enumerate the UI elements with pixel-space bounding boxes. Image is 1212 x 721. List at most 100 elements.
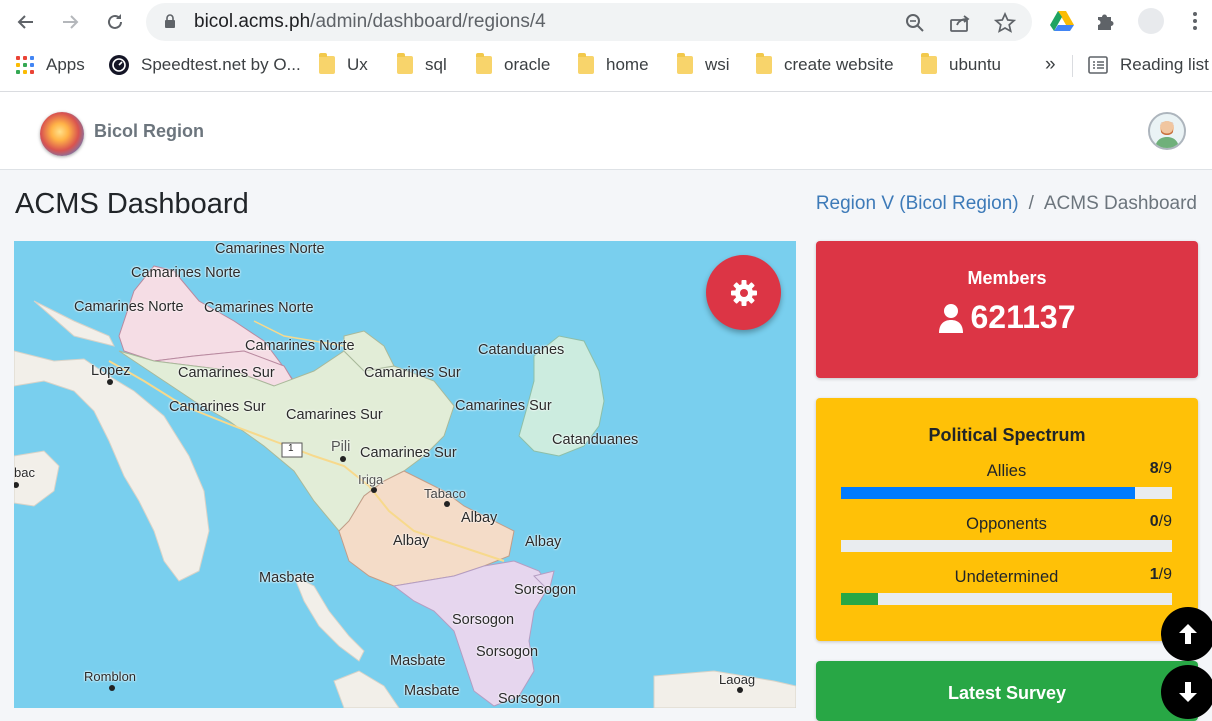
- share-icon[interactable]: [949, 12, 971, 34]
- user-avatar-icon: [1155, 121, 1179, 148]
- reload-icon[interactable]: [101, 8, 129, 36]
- gear-icon: [730, 279, 757, 306]
- scroll-up-button[interactable]: [1161, 607, 1212, 661]
- bookmark-folder-home[interactable]: home: [578, 48, 649, 82]
- map-label: Pili: [331, 439, 351, 455]
- map-label: Camarines Sur: [364, 365, 461, 381]
- folder-icon: [319, 53, 335, 74]
- map-label: Tabaco: [424, 486, 466, 501]
- folder-icon: [756, 53, 772, 74]
- spectrum-label: Allies: [986, 462, 1027, 480]
- folder-icon: [677, 53, 693, 74]
- folder-icon: [476, 53, 492, 74]
- scroll-down-button[interactable]: [1161, 665, 1212, 719]
- bookmarks-bar: Apps Speedtest.net by O... Ux sql oracle…: [0, 48, 1212, 82]
- map-label: Iriga: [358, 472, 384, 487]
- bookmark-folder-ux[interactable]: Ux: [319, 48, 368, 82]
- browser-toolbar: bicol.acms.ph/admin/dashboard/regions/4 …: [0, 0, 1212, 92]
- speedtest-icon: [109, 55, 129, 75]
- spectrum-title: Political Spectrum: [928, 425, 1086, 445]
- bookmark-folder-oracle[interactable]: oracle: [476, 48, 550, 82]
- progress-track: [841, 593, 1172, 605]
- region-map[interactable]: Camarines Norte Camarines Norte Camarine…: [14, 241, 796, 708]
- map-label: Lopez: [91, 363, 131, 379]
- political-spectrum-card: Political Spectrum Allies 8/9 Opponents …: [816, 398, 1198, 641]
- user-avatar[interactable]: [1148, 112, 1186, 150]
- folder-icon: [397, 53, 413, 74]
- arrow-down-icon: [1179, 682, 1197, 702]
- forward-arrow-icon[interactable]: [56, 8, 84, 36]
- breadcrumb-current: ACMS Dashboard: [1043, 193, 1197, 214]
- region-seal-logo[interactable]: [40, 112, 84, 156]
- lock-icon: [165, 14, 175, 28]
- map-label: Sorsogon: [476, 644, 539, 660]
- map-label: Albay: [525, 534, 562, 550]
- spectrum-score: 8/9: [1149, 460, 1172, 477]
- map-label: Sorsogon: [498, 691, 561, 707]
- map-label: Sorsogon: [452, 612, 515, 628]
- user-icon: [939, 303, 964, 333]
- survey-title: Latest Survey: [947, 683, 1067, 703]
- progress-track: [841, 540, 1172, 552]
- map-label: Masbate: [259, 570, 315, 586]
- map-label: Catanduanes: [478, 342, 565, 358]
- map-label: Albay: [393, 533, 430, 549]
- bookmark-folder-create-website[interactable]: create website: [756, 48, 894, 82]
- page-title: ACMS Dashboard: [15, 188, 249, 220]
- spectrum-score: 1/9: [1149, 566, 1172, 583]
- bookmark-speedtest[interactable]: Speedtest.net by O...: [108, 48, 301, 82]
- progress-fill: [841, 487, 1136, 499]
- reading-list-button[interactable]: Reading list: [1088, 48, 1209, 82]
- map-label: Masbate: [404, 683, 460, 699]
- app-header: Bicol Region: [0, 92, 1212, 170]
- extensions-puzzle-icon[interactable]: [1093, 8, 1119, 34]
- map-label: Camarines Sur: [169, 399, 266, 415]
- members-title: Members: [967, 268, 1047, 288]
- map-settings-button[interactable]: [706, 255, 781, 330]
- breadcrumb-separator: /: [1028, 193, 1034, 214]
- map-label: Catanduanes: [552, 432, 639, 448]
- map-label: Camarines Norte: [74, 299, 184, 315]
- map-label: Camarines Norte: [245, 338, 355, 354]
- reading-list-icon: [1088, 56, 1108, 74]
- profile-icon[interactable]: [1138, 8, 1164, 34]
- bookmarks-divider: [1072, 55, 1073, 77]
- map-label: Sorsogon: [514, 582, 577, 598]
- members-card: Members 621137: [816, 241, 1198, 378]
- url-text: bicol.acms.ph/admin/dashboard/regions/4: [194, 11, 546, 32]
- map-label: Romblon: [84, 669, 137, 684]
- spectrum-score: 0/9: [1149, 513, 1172, 530]
- folder-icon: [921, 53, 937, 74]
- map-label: Camarines Norte: [131, 265, 241, 281]
- spectrum-label: Undetermined: [954, 568, 1059, 586]
- brand-name[interactable]: Bicol Region: [94, 121, 204, 142]
- road-shield-label: 1: [288, 443, 294, 454]
- breadcrumb-region-link[interactable]: Region V (Bicol Region): [816, 193, 1019, 214]
- arrow-up-icon: [1179, 624, 1197, 644]
- bookmark-star-icon[interactable]: [994, 12, 1016, 34]
- zoom-icon[interactable]: [904, 12, 926, 34]
- map-label: Camarines Sur: [455, 398, 552, 414]
- map-label: Camarines Sur: [360, 445, 457, 461]
- bookmark-folder-ubuntu[interactable]: ubuntu: [921, 48, 1001, 82]
- address-bar[interactable]: bicol.acms.ph/admin/dashboard/regions/4: [146, 3, 1032, 41]
- map-label: Albay: [461, 510, 498, 526]
- bookmark-folder-wsi[interactable]: wsi: [677, 48, 730, 82]
- map-label: bac: [14, 465, 35, 480]
- spectrum-label: Opponents: [966, 515, 1047, 533]
- back-arrow-icon[interactable]: [12, 8, 40, 36]
- map-label: Camarines Sur: [178, 365, 275, 381]
- progress-fill: [841, 593, 878, 605]
- breadcrumb: Region V (Bicol Region) / ACMS Dashboard: [816, 193, 1197, 215]
- progress-track: [841, 487, 1172, 499]
- map-label: Camarines Norte: [204, 300, 314, 316]
- menu-kebab-icon[interactable]: [1182, 8, 1208, 34]
- map-label: Camarines Norte: [215, 241, 325, 257]
- map-label: Laoag: [719, 672, 756, 687]
- bookmark-apps[interactable]: Apps: [16, 48, 85, 82]
- bookmark-folder-sql[interactable]: sql: [397, 48, 447, 82]
- bookmarks-overflow-button[interactable]: »: [1045, 48, 1056, 82]
- google-drive-icon[interactable]: [1049, 8, 1075, 34]
- latest-survey-card: Latest Survey: [816, 661, 1198, 721]
- apps-grid-icon: [16, 56, 34, 74]
